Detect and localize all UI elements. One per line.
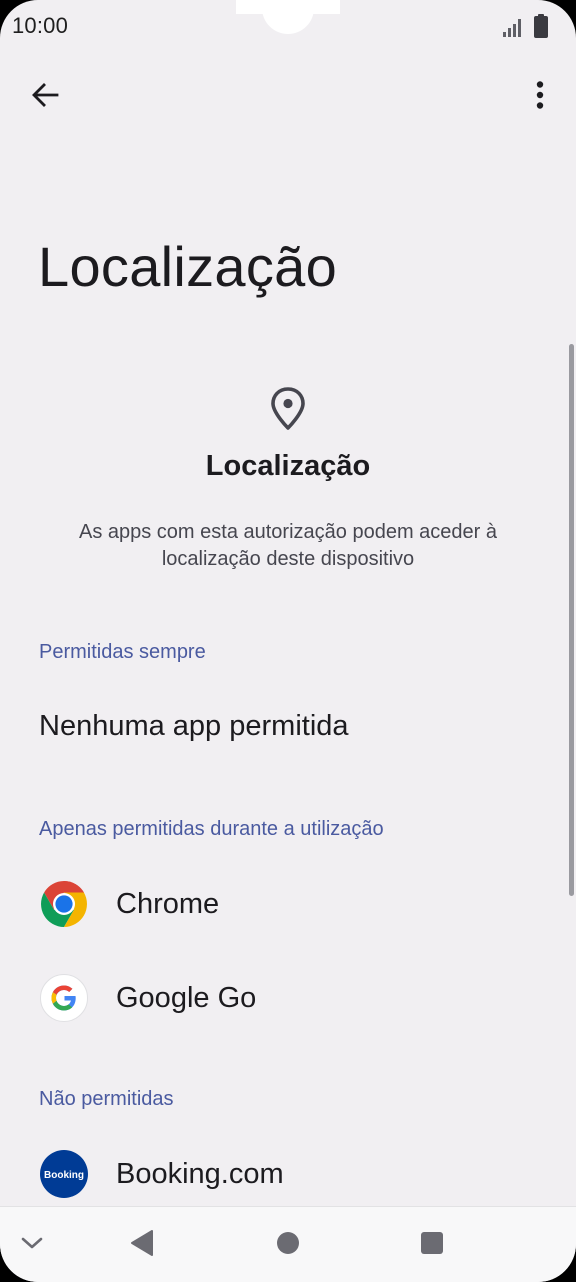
app-row-google-go[interactable]: Google Go (0, 958, 560, 1038)
svg-text:Booking: Booking (44, 1170, 84, 1181)
app-name: Google Go (116, 981, 257, 1014)
nav-home-icon (276, 1231, 300, 1260)
arrow-back-icon (31, 81, 59, 114)
nav-back-button[interactable] (118, 1221, 166, 1269)
status-icons (502, 14, 548, 43)
no-apps-allowed-text: Nenhuma app permitida (39, 710, 349, 742)
signal-icon (502, 16, 524, 43)
nav-home-button[interactable] (264, 1221, 312, 1269)
section-header-not-allowed: Não permitidas (39, 1088, 174, 1110)
page-title: Localização (38, 235, 338, 298)
app-row-chrome[interactable]: Chrome (0, 864, 560, 944)
battery-icon (534, 14, 548, 43)
notch-edge (310, 0, 340, 14)
navigation-bar (0, 1206, 576, 1282)
status-time: 10:00 (12, 13, 69, 38)
more-options-button[interactable] (516, 73, 564, 121)
section-header-while-using: Apenas permitidas durante a utilização (39, 818, 384, 840)
location-pin-icon (268, 386, 308, 432)
nav-back-icon (130, 1229, 154, 1262)
hero-title: Localização (205, 450, 371, 482)
hero-description: As apps com esta autorização podem acede… (78, 521, 498, 570)
back-button[interactable] (21, 73, 69, 121)
app-row-booking[interactable]: Booking Booking.com (0, 1134, 560, 1214)
nav-recents-button[interactable] (408, 1221, 456, 1269)
chevron-down-icon (20, 1235, 44, 1256)
more-vert-icon (536, 80, 544, 114)
nav-recents-icon (420, 1231, 444, 1260)
chrome-icon (40, 880, 88, 928)
camera-notch (262, 0, 314, 34)
booking-icon: Booking (40, 1150, 88, 1198)
hide-keyboard-button[interactable] (8, 1221, 56, 1269)
app-name: Booking.com (116, 1157, 284, 1190)
google-go-icon (40, 974, 88, 1022)
screen: 10:00 Localização Localização As apps co… (0, 0, 576, 1282)
app-name: Chrome (116, 887, 220, 920)
section-header-always: Permitidas sempre (39, 641, 206, 663)
scrollbar[interactable] (569, 344, 574, 896)
